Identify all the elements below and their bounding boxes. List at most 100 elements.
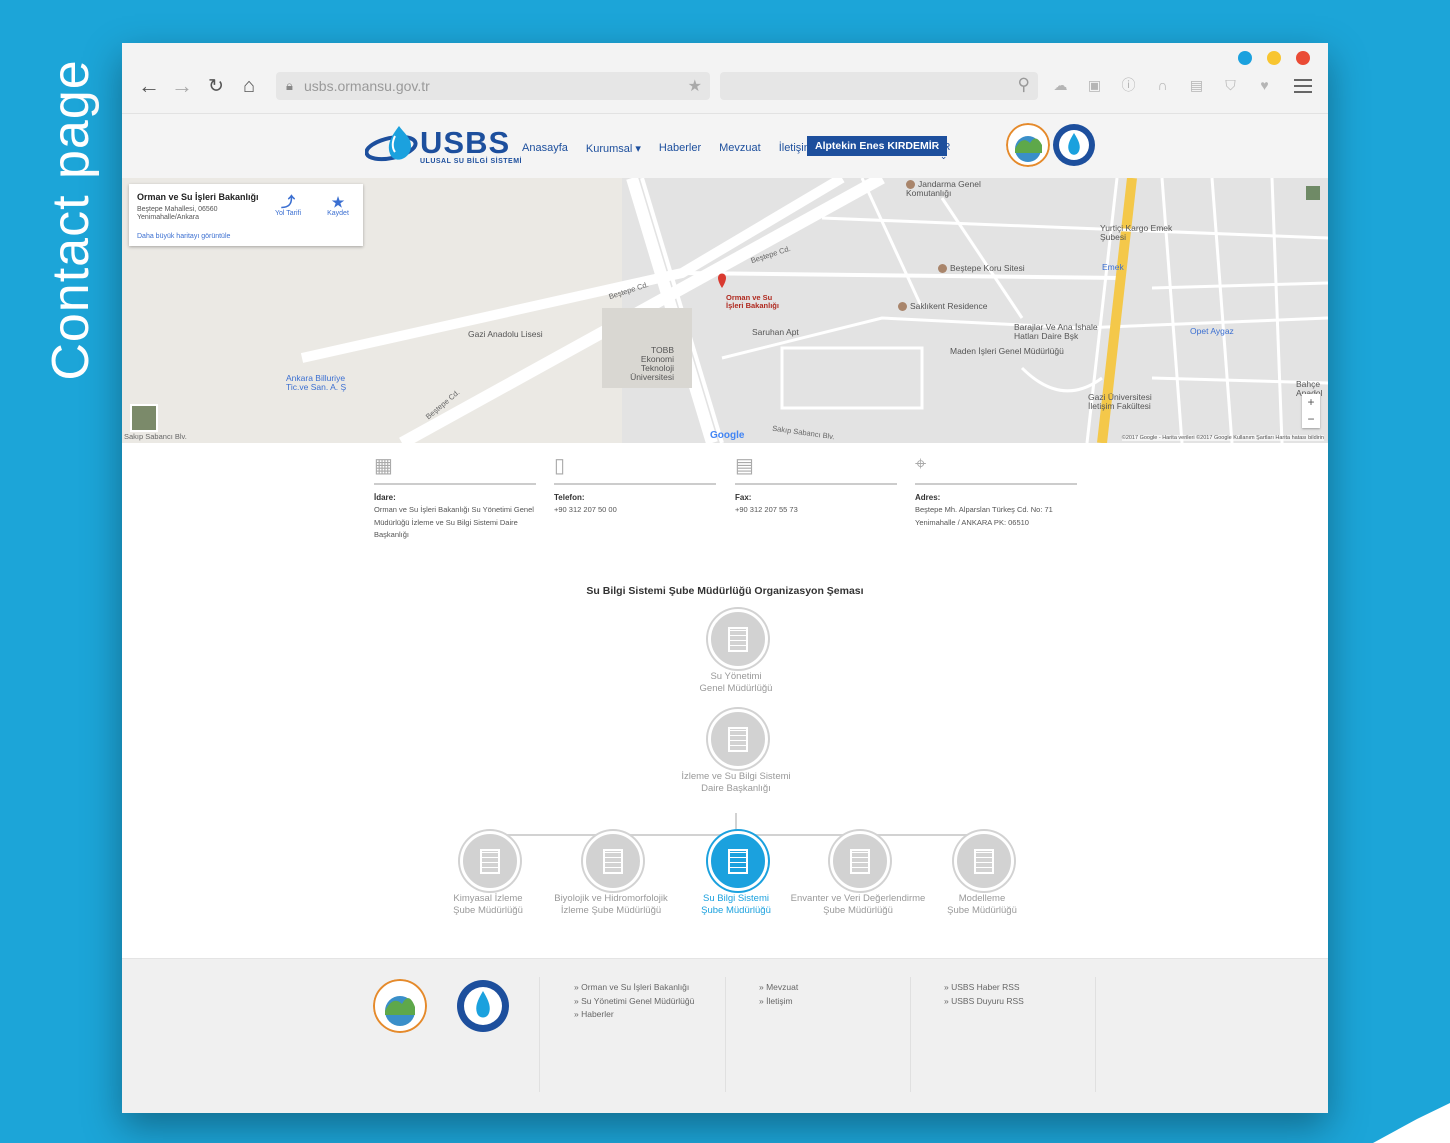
org-node-department[interactable]: [708, 709, 768, 769]
org-node-label: Su Yönetimi Genel Müdürlüğü: [646, 671, 826, 694]
map-attribution[interactable]: ©2017 Google - Harita verileri ©2017 Goo…: [1121, 435, 1324, 441]
close-dot[interactable]: [1296, 51, 1310, 65]
map-place-opet[interactable]: Opet Aygaz: [1190, 326, 1234, 336]
directions-button[interactable]: ⤴ Yol Tarifi: [267, 194, 309, 217]
map-place-tobb[interactable]: TOBB Ekonomi Teknoloji Üniversitesi: [620, 346, 674, 382]
browser-toolbar: ← → ↻ ⌂ 🔒︎ usbs.ormansu.gov.tr ★ ⚲ ☁ ▣ ⓘ…: [122, 43, 1328, 114]
minimize-dot[interactable]: [1238, 51, 1252, 65]
footer-link[interactable]: » USBS Haber RSS: [944, 981, 1024, 995]
chevron-down-icon: ⌄: [939, 151, 948, 161]
satellite-toggle[interactable]: [130, 404, 158, 432]
org-node-root[interactable]: [708, 609, 768, 669]
forward-arrow-icon[interactable]: →: [169, 73, 195, 99]
footer-link[interactable]: » Haberler: [574, 1008, 694, 1022]
map-pin-label: Orman ve Su İşleri Bakanlığı: [726, 293, 779, 310]
cloud-icon[interactable]: ☁: [1052, 77, 1069, 94]
camera-icon[interactable]: ▣: [1086, 77, 1103, 94]
reload-icon[interactable]: ↻: [203, 73, 229, 99]
google-logo: Google: [710, 430, 745, 441]
divider: [554, 483, 716, 485]
map-zoom-control[interactable]: + −: [1302, 394, 1320, 428]
footer-divider: [910, 977, 911, 1092]
footer-link[interactable]: » Orman ve Su İşleri Bakanlığı: [574, 981, 694, 995]
org-node-inventory[interactable]: [830, 831, 890, 891]
nav-legislation[interactable]: Mevzuat: [719, 142, 761, 155]
nav-corporate[interactable]: Kurumsal ▾: [586, 142, 641, 155]
footer-link[interactable]: » İletişim: [759, 995, 798, 1009]
map-place-gazi-lise[interactable]: Gazi Anadolu Lisesi: [468, 329, 543, 339]
save-label: Kaydet: [327, 210, 349, 217]
ministry-footer-logo-icon[interactable]: [373, 979, 427, 1033]
map-place-emek[interactable]: Emek: [1102, 262, 1124, 272]
poi-icon: [938, 264, 947, 274]
contact-value: Orman ve Su İşleri Bakanlığı Su Yönetimi…: [374, 505, 534, 539]
language-selector[interactable]: TR ⌄: [937, 142, 950, 161]
footer-link[interactable]: » USBS Duyuru RSS: [944, 995, 1024, 1009]
contact-value[interactable]: +90 312 207 50 00: [554, 504, 716, 517]
phone-icon: ▯: [554, 455, 566, 477]
zoom-in-icon[interactable]: +: [1302, 394, 1320, 411]
map-embed[interactable]: Orman ve Su İşleri Bakanlığı Beştepe Mah…: [122, 178, 1328, 443]
user-button[interactable]: Alptekin Enes KIRDEMİR: [807, 136, 948, 156]
maximize-dot[interactable]: [1267, 51, 1281, 65]
info-icon[interactable]: ⓘ: [1120, 77, 1137, 94]
nav-home[interactable]: Anasayfa: [522, 142, 568, 155]
map-info-card: Orman ve Su İşleri Bakanlığı Beştepe Mah…: [129, 184, 363, 246]
map-place-barajlar[interactable]: Barajlar Ve Ana İshale Hatları Daire Bşk: [1014, 323, 1110, 341]
map-place-ankara-billuriye[interactable]: Ankara Billuriye Tic.ve San. A. Ş: [286, 374, 356, 392]
search-icon[interactable]: ⚲: [1018, 75, 1030, 95]
building-icon: [603, 849, 623, 874]
lock-icon: 🔒︎: [286, 78, 293, 93]
poi-icon: [898, 302, 907, 312]
footer-links-1: » Orman ve Su İşleri Bakanlığı » Su Yöne…: [574, 981, 694, 1022]
map-place-saruhan[interactable]: Saruhan Apt: [752, 327, 799, 337]
headphones-icon[interactable]: ∩: [1154, 77, 1171, 94]
back-arrow-icon[interactable]: ←: [136, 73, 162, 99]
map-place-gazi-uni[interactable]: Gazi Üniversitesi İletişim Fakültesi: [1088, 393, 1160, 411]
footer-links-3: » USBS Haber RSS » USBS Duyuru RSS: [944, 981, 1024, 1008]
shield-icon[interactable]: ⛉: [1222, 77, 1239, 94]
label-line: Genel Müdürlüğü: [699, 682, 773, 694]
building-icon: ▦: [374, 455, 393, 477]
footer-link[interactable]: » Mevzuat: [759, 981, 798, 995]
building-icon: [974, 849, 994, 874]
logo-title[interactable]: USBS: [420, 127, 510, 158]
contact-label: Telefon:: [554, 493, 585, 502]
location-icon: ⌖: [915, 453, 927, 475]
browser-search-field[interactable]: ⚲: [720, 72, 1038, 100]
map-place-yurtici[interactable]: Yurtiçi Kargo Emek Şubesi: [1100, 224, 1180, 242]
map-place-jandarma[interactable]: Jandarma Genel Komutanlığı: [906, 179, 996, 198]
org-chart: Su Bilgi Sistemi Şube Müdürlüğü Organiza…: [122, 565, 1328, 958]
footer-link[interactable]: » Su Yönetimi Genel Müdürlüğü: [574, 995, 694, 1009]
site-footer: » Orman ve Su İşleri Bakanlığı » Su Yöne…: [122, 958, 1328, 1113]
hamburger-menu-icon[interactable]: [1294, 79, 1312, 97]
directorate-footer-logo-icon[interactable]: [456, 979, 510, 1033]
save-button[interactable]: ★ Kaydet: [317, 194, 359, 217]
fullscreen-thumbnail[interactable]: [1306, 186, 1320, 200]
contact-box-phone: ▯ Telefon: +90 312 207 50 00: [554, 453, 716, 517]
map-place-bestepe-koru[interactable]: Beştepe Koru Sitesi: [938, 263, 1025, 274]
org-node-water-info-active[interactable]: [708, 831, 768, 891]
nav-news[interactable]: Haberler: [659, 142, 701, 155]
org-node-label: İzleme ve Su Bilgi Sistemi Daire Başkanlı…: [646, 771, 826, 794]
address-bar[interactable]: 🔒︎ usbs.ormansu.gov.tr ★: [276, 72, 710, 100]
main-nav: Anasayfa Kurumsal ▾ Haberler Mevzuat İle…: [522, 142, 813, 155]
decorative-corner: [1373, 1103, 1450, 1143]
map-place-maden[interactable]: Maden İşleri Genel Müdürlüğü: [950, 346, 1064, 356]
org-node-modeling[interactable]: [954, 831, 1014, 891]
heart-icon[interactable]: ♥: [1256, 77, 1273, 94]
home-icon[interactable]: ⌂: [236, 73, 262, 99]
larger-map-link[interactable]: Daha büyük haritayı görüntüle: [137, 233, 230, 240]
briefcase-icon[interactable]: ▤: [1188, 77, 1205, 94]
label-line: İzleme ve Su Bilgi Sistemi: [681, 771, 791, 782]
org-node-biological[interactable]: [583, 831, 643, 891]
window-controls: [1238, 51, 1310, 65]
org-chart-title: Su Bilgi Sistemi Şube Müdürlüğü Organiza…: [586, 585, 864, 597]
bookmark-star-icon[interactable]: ★: [688, 76, 702, 96]
logo-subtitle: ULUSAL SU BİLGİ SİSTEMİ: [420, 158, 522, 165]
zoom-out-icon[interactable]: −: [1302, 411, 1320, 428]
building-icon: [480, 849, 500, 874]
org-node-chemical[interactable]: [460, 831, 520, 891]
browser-window: ← → ↻ ⌂ 🔒︎ usbs.ormansu.gov.tr ★ ⚲ ☁ ▣ ⓘ…: [122, 43, 1328, 1113]
map-place-saklikent[interactable]: Saklıkent Residence: [898, 301, 988, 312]
